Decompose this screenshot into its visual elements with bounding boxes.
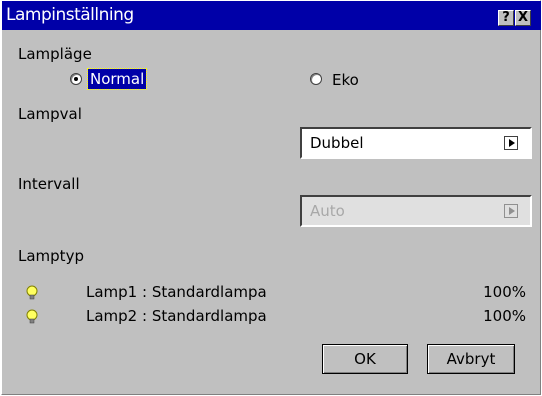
bulb-icon	[26, 309, 38, 324]
lamp-settings-dialog: Lampinställning ? X Lampläge Normal Eko …	[1, 0, 541, 395]
lamp1-percent: 100%	[483, 283, 526, 301]
lamp-select-label: Lampval	[18, 105, 82, 123]
radio-selected-dot	[74, 77, 78, 81]
title-bar[interactable]: Lampinställning ? X	[2, 1, 541, 30]
window-title: Lampinställning	[6, 5, 134, 25]
close-button[interactable]: X	[515, 10, 531, 26]
lamp1-name: Lamp1 : Standardlampa	[86, 283, 267, 301]
radio-normal[interactable]	[70, 73, 82, 85]
lamp2-name: Lamp2 : Standardlampa	[86, 307, 267, 325]
cancel-button[interactable]: Avbryt	[427, 344, 515, 374]
lamp-select-value: Dubbel	[310, 134, 364, 152]
interval-label: Intervall	[18, 175, 80, 193]
lamp2-percent: 100%	[483, 307, 526, 325]
dropdown-arrow-icon[interactable]	[504, 136, 518, 150]
ok-button[interactable]: OK	[322, 344, 408, 374]
radio-eko-label[interactable]: Eko	[332, 71, 359, 89]
bulb-icon	[26, 285, 38, 300]
interval-value: Auto	[310, 202, 345, 220]
lamp-type-label: Lamptyp	[18, 247, 84, 265]
radio-eko[interactable]	[310, 73, 322, 85]
lamp-select-dropdown[interactable]: Dubbel	[300, 127, 532, 159]
lamp-mode-label: Lampläge	[18, 45, 92, 63]
dropdown-arrow-icon[interactable]	[504, 204, 518, 218]
help-button[interactable]: ?	[498, 10, 514, 26]
interval-dropdown[interactable]: Auto	[300, 195, 532, 227]
radio-normal-label[interactable]: Normal	[86, 68, 148, 90]
